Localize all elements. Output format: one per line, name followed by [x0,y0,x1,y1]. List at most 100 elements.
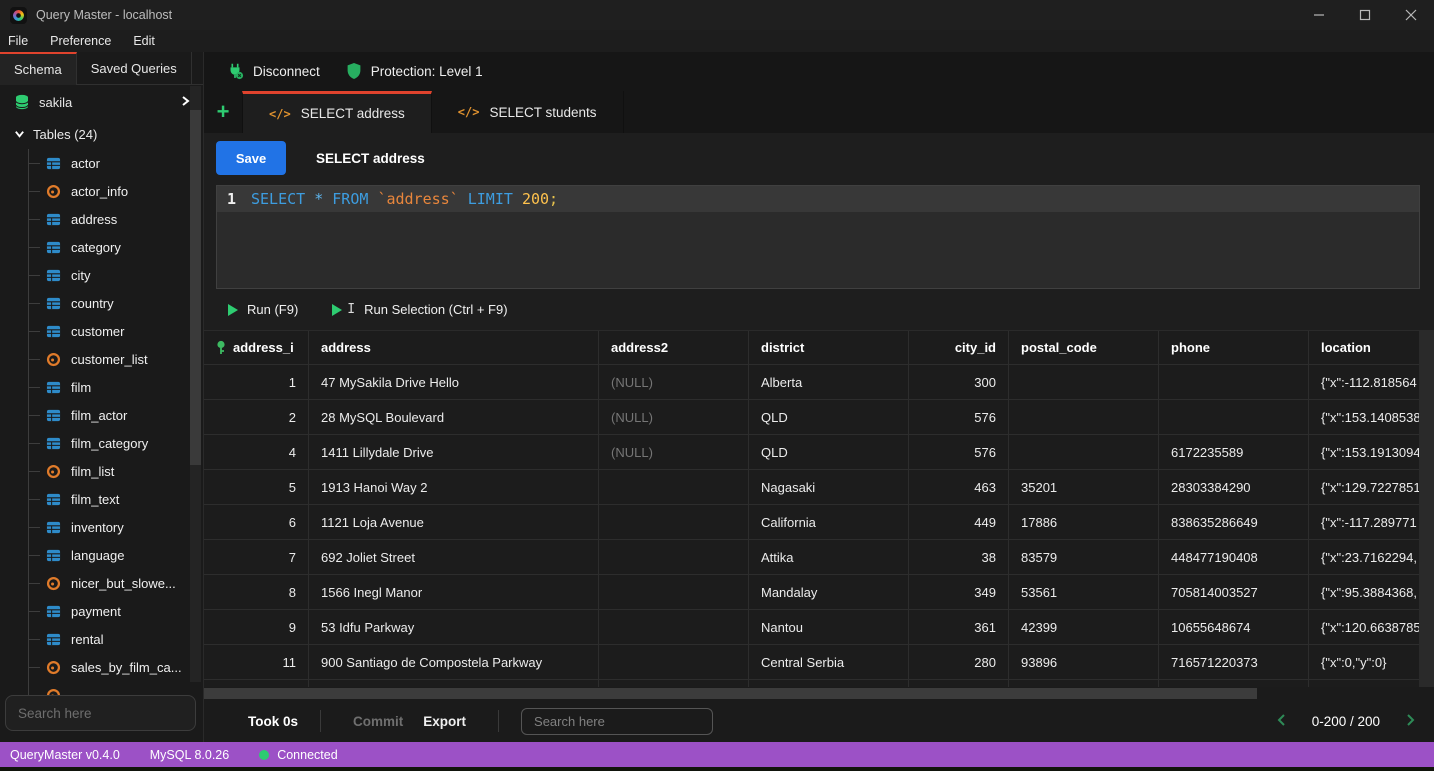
table-row[interactable]: 51913 Hanoi Way 2Nagasaki463352012830338… [204,470,1434,505]
menu-file[interactable]: File [8,34,28,48]
table-cell[interactable]: 9 [204,610,309,645]
table-row[interactable]: 7692 Joliet StreetAttika3883579448477190… [204,540,1434,575]
table-cell[interactable] [599,540,749,575]
table-cell[interactable]: QLD [749,400,909,435]
table-cell[interactable] [1009,435,1159,470]
disconnect-button[interactable]: Disconnect [226,62,320,80]
table-cell[interactable]: 1 [204,365,309,400]
sidebar-table-item[interactable]: payment [29,597,203,625]
table-cell[interactable]: 1566 Inegl Manor [309,575,599,610]
run-selection-button[interactable]: I Run Selection (Ctrl + F9) [332,302,507,317]
tab-saved-queries[interactable]: Saved Queries [77,52,192,84]
table-cell[interactable]: (NULL) [599,435,749,470]
table-cell[interactable]: {"x":0,"y":0} [1309,645,1420,680]
sidebar-table-item[interactable]: city [29,261,203,289]
column-header[interactable]: address2 [599,331,749,365]
table-cell[interactable]: 463 [909,470,1009,505]
column-header[interactable]: postal_code [1009,331,1159,365]
table-cell[interactable]: 1121 Loja Avenue [309,505,599,540]
table-cell[interactable]: 28303384290 [1159,470,1309,505]
table-cell[interactable] [1159,365,1309,400]
sidebar-table-item[interactable]: film_list [29,457,203,485]
table-cell[interactable]: Mandalay [749,575,909,610]
table-cell[interactable]: {"x":120.6638785 [1309,610,1420,645]
column-header[interactable]: phone [1159,331,1309,365]
table-cell[interactable]: 83579 [1009,540,1159,575]
commit-button[interactable]: Commit [343,714,413,729]
export-button[interactable]: Export [413,714,476,729]
column-header[interactable]: district [749,331,909,365]
table-cell[interactable]: {"x":153.1913094 [1309,435,1420,470]
sidebar-search-input[interactable] [5,695,196,731]
table-cell[interactable]: 300 [909,365,1009,400]
menu-preference[interactable]: Preference [50,34,111,48]
table-cell[interactable]: Attika [749,540,909,575]
table-cell[interactable]: 280 [909,645,1009,680]
minimize-button[interactable] [1296,0,1342,30]
table-cell[interactable]: {"x":153.1408538 [1309,400,1420,435]
column-header[interactable]: address_i [204,331,309,365]
table-row[interactable]: 61121 Loja AvenueCalifornia4491788683863… [204,505,1434,540]
table-cell[interactable]: Nantou [749,610,909,645]
table-cell[interactable]: 1411 Lillydale Drive [309,435,599,470]
sidebar-table-item[interactable]: category [29,233,203,261]
table-cell[interactable]: 17886 [1009,505,1159,540]
results-horizontal-scrollbar[interactable] [204,687,1434,700]
table-cell[interactable]: 716571220373 [1159,645,1309,680]
table-cell[interactable]: 900 Santiago de Compostela Parkway [309,645,599,680]
sidebar-scrollbar[interactable] [190,86,201,682]
table-cell[interactable]: 10655648674 [1159,610,1309,645]
query-tab[interactable]: </> SELECT address [242,91,432,133]
table-cell[interactable]: 6172235589 [1159,435,1309,470]
table-cell[interactable]: 47 MySakila Drive Hello [309,365,599,400]
table-cell[interactable]: QLD [749,435,909,470]
table-cell[interactable]: 6 [204,505,309,540]
tab-schema[interactable]: Schema [0,52,77,85]
table-row[interactable]: 147 MySakila Drive Hello(NULL)Alberta300… [204,365,1434,400]
table-cell[interactable]: 705814003527 [1159,575,1309,610]
query-tab[interactable]: </> SELECT students [432,91,624,133]
table-cell[interactable]: 692 Joliet Street [309,540,599,575]
close-button[interactable] [1388,0,1434,30]
sidebar-table-item[interactable]: actor [29,149,203,177]
table-cell[interactable]: 11 [204,645,309,680]
protection-button[interactable]: Protection: Level 1 [346,62,483,80]
table-cell[interactable]: 4 [204,435,309,470]
table-cell[interactable]: 53561 [1009,575,1159,610]
table-cell[interactable]: {"x":-112.818564 [1309,365,1420,400]
run-button[interactable]: Run (F9) [228,302,298,317]
next-page-button[interactable] [1404,713,1416,730]
table-cell[interactable]: {"x":129.7227851 [1309,470,1420,505]
table-cell[interactable]: 448477190408 [1159,540,1309,575]
column-header[interactable]: address [309,331,599,365]
table-cell[interactable] [599,645,749,680]
table-row[interactable]: 41411 Lillydale Drive(NULL)QLD576 6172235… [204,435,1434,470]
sidebar-table-item[interactable]: nicer_but_slowe... [29,569,203,597]
table-cell[interactable]: Nagasaki [749,470,909,505]
sidebar-table-item[interactable]: country [29,289,203,317]
sidebar-table-item[interactable]: address [29,205,203,233]
menu-edit[interactable]: Edit [133,34,155,48]
table-cell[interactable]: (NULL) [599,400,749,435]
table-cell[interactable]: 38 [909,540,1009,575]
table-cell[interactable]: 361 [909,610,1009,645]
sidebar-table-item[interactable]: film_category [29,429,203,457]
previous-page-button[interactable] [1276,713,1288,730]
table-cell[interactable]: {"x":23.7162294, [1309,540,1420,575]
table-cell[interactable]: 42399 [1009,610,1159,645]
sidebar-table-item[interactable]: rental [29,625,203,653]
sidebar-table-item[interactable]: film_actor [29,401,203,429]
table-cell[interactable]: 576 [909,435,1009,470]
tables-tree-header[interactable]: Tables (24) [0,119,203,149]
save-button[interactable]: Save [216,141,286,175]
table-cell[interactable]: 53 Idfu Parkway [309,610,599,645]
sidebar-table-item[interactable]: film [29,373,203,401]
table-cell[interactable] [599,505,749,540]
new-query-tab-button[interactable]: + [204,91,242,133]
table-cell[interactable]: {"x":-117.289771 [1309,505,1420,540]
table-cell[interactable]: California [749,505,909,540]
table-cell[interactable]: 93896 [1009,645,1159,680]
sidebar-table-item[interactable]: actor_info [29,177,203,205]
sidebar-table-item[interactable]: customer_list [29,345,203,373]
table-cell[interactable]: 28 MySQL Boulevard [309,400,599,435]
